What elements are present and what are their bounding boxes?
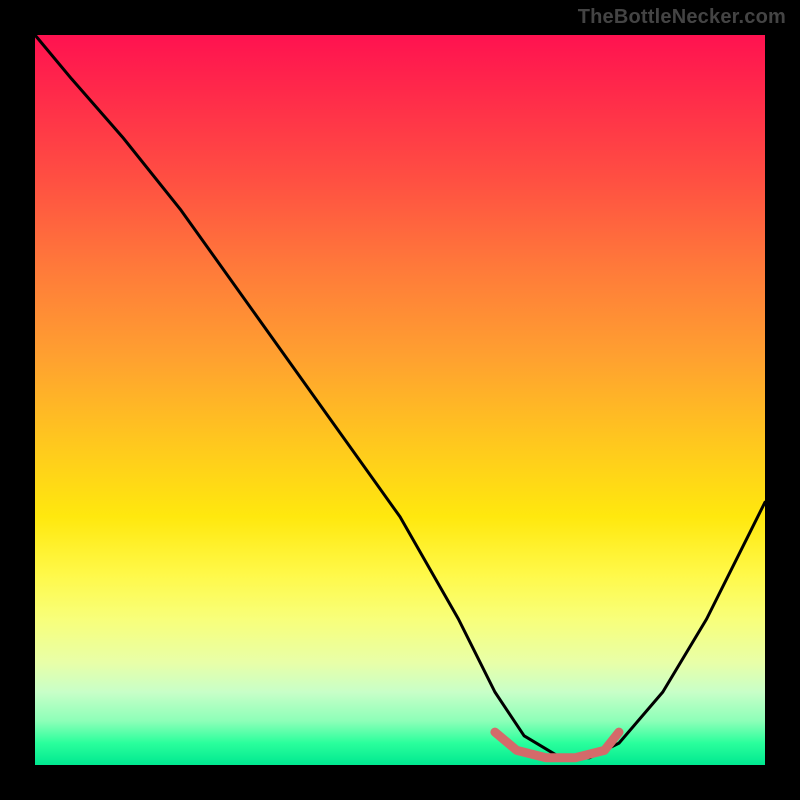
curve-layer [35, 35, 765, 765]
bottleneck-curve-path [35, 35, 765, 758]
watermark-text: TheBottleNecker.com [578, 6, 786, 29]
plot-area [35, 35, 765, 765]
chart-stage: TheBottleNecker.com [0, 0, 800, 800]
optimal-segment-path [495, 732, 619, 758]
